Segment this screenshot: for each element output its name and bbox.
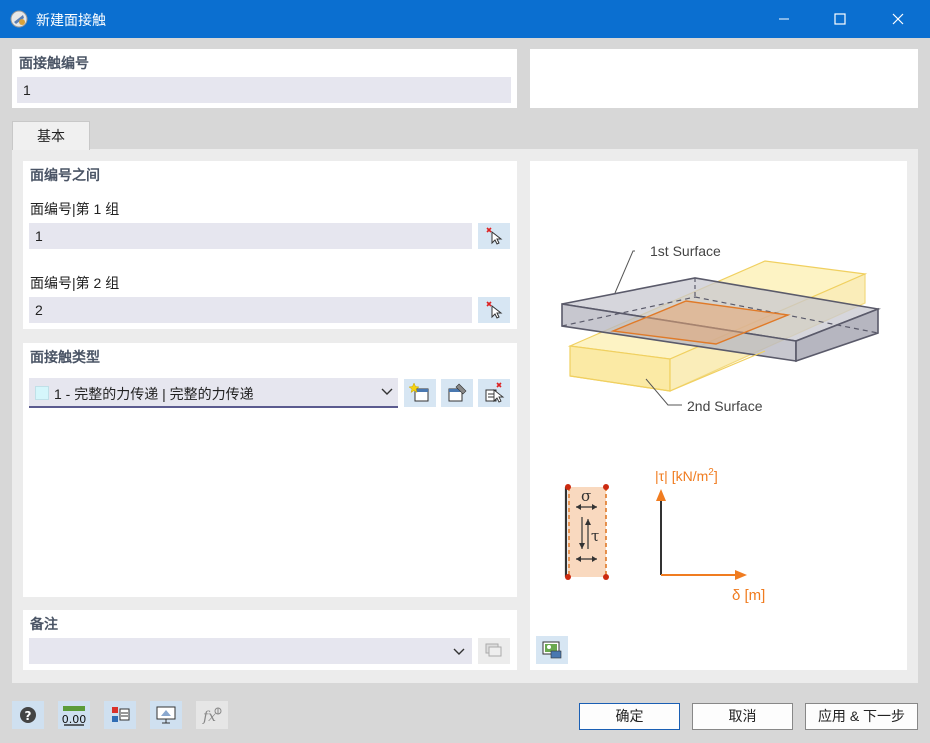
minimize-button[interactable] [758,0,810,38]
apply-next-button[interactable]: 应用 & 下一步 [805,703,918,730]
ok-button[interactable]: 确定 [579,703,680,730]
title-bar: 新建面接触 [0,0,930,38]
copy-icon [485,643,502,657]
cancel-button[interactable]: 取消 [692,703,793,730]
help-button[interactable]: ? [12,701,44,729]
surfaces-heading: 面编号之间 [30,167,100,183]
display-properties-button[interactable] [104,701,136,729]
pick-from-model-icon [485,382,505,403]
pick-cursor-icon [486,301,503,319]
contact-type-value: 1 - 完整的力传递 | 完整的力传递 [54,386,254,402]
edit-item-icon [448,383,467,402]
formula-icon: fx [202,707,222,725]
contact-number-label: 面接触编号 [19,55,89,71]
svg-text:fx: fx [202,709,216,725]
help-icon: ? [20,707,36,723]
info-panel [530,49,918,108]
display-properties-icon [112,707,130,722]
contact-type-heading: 面接触类型 [30,349,100,365]
maximize-button[interactable] [814,0,866,38]
number-format-button[interactable]: 0.00 [58,701,90,729]
diagram-options-button[interactable] [536,636,568,664]
minimize-icon [779,18,789,20]
second-surface-label: 2nd Surface [687,398,763,414]
chevron-down-icon [380,384,394,401]
comment-select[interactable] [29,638,472,664]
group2-field[interactable]: 2 [29,297,472,323]
comment-heading: 备注 [30,616,58,632]
comment-library-button[interactable] [478,638,510,664]
contact-type-color-swatch [35,386,49,400]
contact-type-select[interactable]: 1 - 完整的力传递 | 完整的力传递 [29,378,398,408]
app-icon [10,10,28,28]
svg-text:0.00: 0.00 [62,713,87,726]
sigma-label: σ [581,487,591,505]
group1-label: 面编号|第 1 组 [30,201,120,217]
contact-diagram: 1st Surface 2nd Surface σ τ |τ| [kN/m2] … [561,243,881,604]
pick-surface-1-button[interactable] [478,223,510,249]
group1-field[interactable]: 1 [29,223,472,249]
new-contact-type-button[interactable] [404,379,436,407]
view-icon [156,706,176,724]
pick-cursor-icon [486,227,503,245]
tab-basic[interactable]: 基本 [12,121,90,150]
first-surface-leader [614,250,635,294]
view-button[interactable] [150,701,182,729]
svg-text:?: ? [25,709,32,723]
x-axis-label: δ [m] [732,587,765,604]
edit-contact-type-button[interactable] [441,379,473,407]
maximize-icon [834,13,846,25]
formula-button[interactable]: fx [196,701,228,729]
stress-element-diagram: σ τ [564,484,609,580]
number-format-icon: 0.00 [62,706,87,726]
stress-slip-axes: |τ| [kN/m2] δ [m] [655,467,765,604]
y-axis-label: |τ| [kN/m2] [655,467,718,484]
contact-number-field[interactable]: 1 [17,77,511,103]
pick-surface-2-button[interactable] [478,297,510,323]
image-settings-icon [542,641,562,659]
group2-label: 面编号|第 2 组 [30,275,120,291]
chevron-down-icon [452,644,466,661]
close-icon [892,13,904,25]
new-item-icon [409,382,429,402]
first-surface-label: 1st Surface [650,243,721,259]
pick-contact-type-button[interactable] [478,379,510,407]
tau-label: τ [591,527,599,545]
window-title: 新建面接触 [36,12,106,28]
close-button[interactable] [872,0,924,38]
